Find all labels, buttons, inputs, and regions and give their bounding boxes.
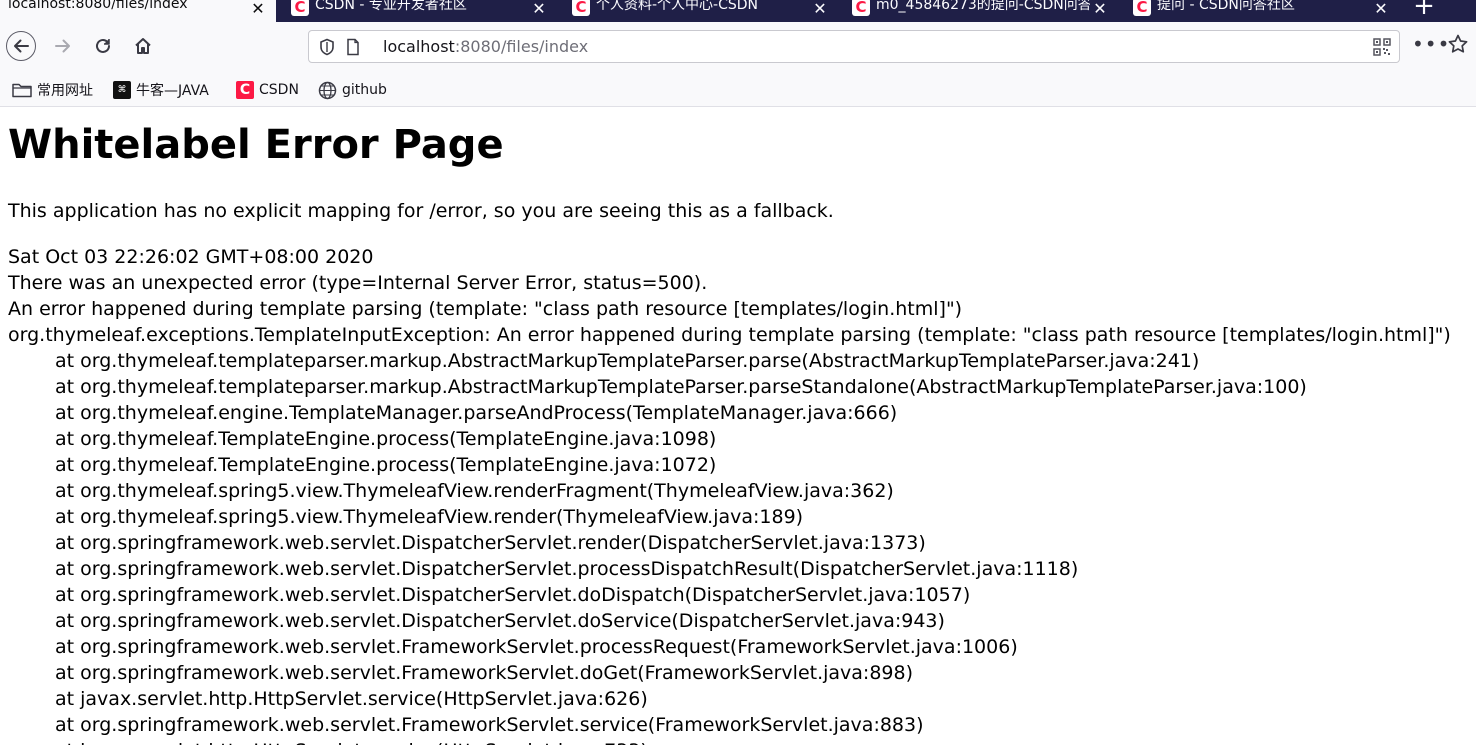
stack-frame: at org.springframework.web.servlet.Frame… bbox=[55, 636, 1018, 658]
stack-frame: at org.springframework.web.servlet.Dispa… bbox=[55, 584, 971, 606]
stack-frame: at javax.servlet.http.HttpServlet.servic… bbox=[8, 738, 1451, 745]
bookmark-label: CSDN bbox=[259, 82, 299, 98]
tab-close-icon[interactable]: ✕ bbox=[1090, 0, 1110, 18]
fallback-message: This application has no explicit mapping… bbox=[8, 200, 834, 222]
navigation-toolbar: localhost:8080/files/index ••• bbox=[0, 22, 1476, 72]
bookmarks-toolbar: 常用网址 ⌘ 牛客—JAVA C CSDN github bbox=[0, 72, 1476, 107]
bookmark-nowcoder-java[interactable]: ⌘ 牛客—JAVA bbox=[113, 80, 209, 100]
tab-close-icon[interactable]: ✕ bbox=[529, 0, 549, 18]
tab-close-icon[interactable]: ✕ bbox=[248, 0, 268, 18]
csdn-favicon-icon: C bbox=[1133, 0, 1151, 16]
tab-localhost[interactable]: localhost:8080/files/index ✕ bbox=[0, 0, 276, 22]
bookmark-label: 常用网址 bbox=[37, 83, 93, 99]
exception-line: org.thymeleaf.exceptions.TemplateInputEx… bbox=[8, 324, 1451, 346]
nowcoder-icon: ⌘ bbox=[113, 81, 131, 99]
bookmark-common-sites[interactable]: 常用网址 bbox=[12, 80, 93, 100]
stack-frame: at org.thymeleaf.TemplateEngine.process(… bbox=[55, 454, 717, 476]
stack-frame: at org.thymeleaf.templateparser.markup.A… bbox=[55, 376, 1307, 398]
csdn-favicon-icon: C bbox=[291, 0, 309, 16]
url-path: :8080/files/index bbox=[454, 37, 589, 56]
arrow-right-icon bbox=[55, 39, 70, 53]
arrow-left-icon bbox=[14, 39, 29, 53]
reload-button[interactable] bbox=[87, 30, 119, 62]
error-details: Sat Oct 03 22:26:02 GMT+08:00 2020 There… bbox=[8, 244, 1451, 745]
page-content: Whitelabel Error Page This application h… bbox=[0, 108, 1476, 745]
forward-button[interactable] bbox=[47, 30, 79, 62]
tab-close-icon[interactable]: ✕ bbox=[1371, 0, 1391, 18]
csdn-favicon-icon: C bbox=[852, 0, 870, 16]
tab-csdn-home[interactable]: C CSDN - 专业开发者社区 ✕ bbox=[283, 0, 555, 22]
tab-csdn-profile[interactable]: C 个人资料-个人中心-CSDN ✕ bbox=[564, 0, 836, 22]
stack-frame: at org.thymeleaf.spring5.view.ThymeleafV… bbox=[55, 480, 894, 502]
stack-frame: at org.springframework.web.servlet.Dispa… bbox=[55, 558, 1079, 580]
url-bar[interactable]: localhost:8080/files/index bbox=[308, 30, 1400, 63]
tab-title: localhost:8080/files/index bbox=[8, 0, 188, 12]
stack-frame: at org.thymeleaf.engine.TemplateManager.… bbox=[55, 402, 898, 424]
stack-frame: at org.thymeleaf.spring5.view.ThymeleafV… bbox=[55, 506, 804, 528]
page-actions-menu-icon[interactable]: ••• bbox=[1412, 34, 1449, 58]
tab-title: 个人资料-个人中心-CSDN bbox=[596, 0, 759, 13]
tab-csdn-ask[interactable]: C 提问 - CSDN问答社区 ✕ bbox=[1125, 0, 1397, 22]
bookmark-github[interactable]: github bbox=[318, 80, 387, 100]
globe-icon bbox=[318, 81, 337, 100]
home-button[interactable] bbox=[127, 30, 159, 62]
csdn-favicon-icon: C bbox=[572, 0, 590, 16]
stack-frame: at org.springframework.web.servlet.Dispa… bbox=[55, 610, 945, 632]
tab-strip: localhost:8080/files/index ✕ C CSDN - 专业… bbox=[0, 0, 1476, 22]
error-timestamp: Sat Oct 03 22:26:02 GMT+08:00 2020 bbox=[8, 246, 374, 268]
stack-frame: at org.springframework.web.servlet.Frame… bbox=[55, 714, 924, 736]
error-message: An error happened during template parsin… bbox=[8, 298, 963, 320]
stack-frame: at org.thymeleaf.TemplateEngine.process(… bbox=[55, 428, 717, 450]
url-host: localhost bbox=[383, 37, 455, 56]
page-title: Whitelabel Error Page bbox=[8, 122, 504, 168]
back-button[interactable] bbox=[6, 31, 36, 61]
reload-icon bbox=[96, 38, 110, 53]
bookmark-csdn[interactable]: C CSDN bbox=[236, 80, 299, 100]
tab-title: m0_45846273的提问-CSDN问答 bbox=[876, 0, 1090, 13]
bookmark-label: github bbox=[342, 82, 387, 98]
stack-frame: at org.springframework.web.servlet.Frame… bbox=[55, 662, 914, 684]
bookmark-star-icon[interactable] bbox=[1447, 33, 1469, 55]
new-tab-button[interactable]: + bbox=[1404, 0, 1444, 22]
tab-title: 提问 - CSDN问答社区 bbox=[1157, 0, 1295, 13]
page-info-icon[interactable] bbox=[345, 38, 361, 56]
tab-title: CSDN - 专业开发者社区 bbox=[315, 0, 467, 13]
stack-frame: at org.thymeleaf.templateparser.markup.A… bbox=[55, 350, 1200, 372]
folder-icon bbox=[12, 82, 32, 98]
bookmark-label: 牛客—JAVA bbox=[136, 83, 209, 99]
tab-close-icon[interactable]: ✕ bbox=[810, 0, 830, 18]
csdn-icon: C bbox=[236, 81, 254, 99]
tab-csdn-questions[interactable]: C m0_45846273的提问-CSDN问答 ✕ bbox=[844, 0, 1116, 22]
home-icon bbox=[135, 38, 151, 54]
stack-frame: at org.springframework.web.servlet.Dispa… bbox=[55, 532, 926, 554]
shield-icon[interactable] bbox=[319, 38, 335, 56]
url-text[interactable]: localhost:8080/files/index bbox=[383, 37, 588, 56]
qr-code-icon[interactable] bbox=[1373, 38, 1391, 56]
stack-frame: at javax.servlet.http.HttpServlet.servic… bbox=[55, 688, 648, 710]
error-status: There was an unexpected error (type=Inte… bbox=[8, 272, 708, 294]
